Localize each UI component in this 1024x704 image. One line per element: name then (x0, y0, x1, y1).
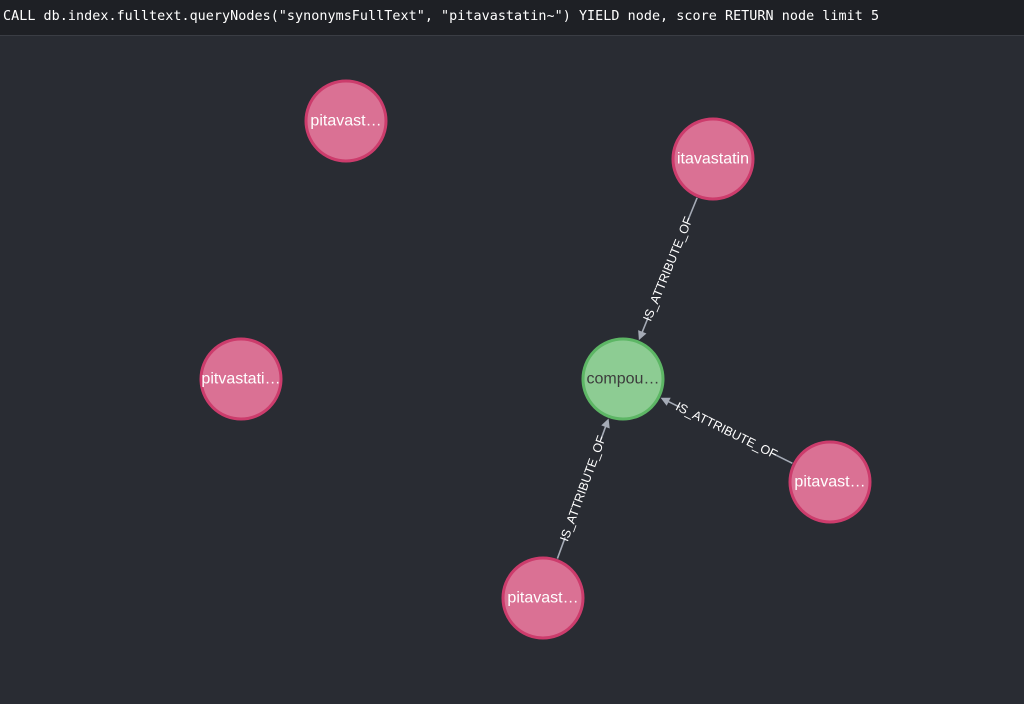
relationship-r1[interactable]: IS_ATTRIBUTE_OF (638, 197, 698, 341)
node-synonym[interactable]: pitavast… (304, 79, 388, 163)
node-label: pitvastati… (201, 371, 280, 388)
node-label: compou… (587, 371, 660, 388)
relationship-type-label: IS_ATTRIBUTE_OF (557, 433, 609, 543)
node-synonym[interactable]: itavastatin (671, 117, 755, 201)
node-label: itavastatin (677, 151, 749, 168)
node-label: pitavast… (507, 590, 578, 607)
relationship-type-label: IS_ATTRIBUTE_OF (673, 399, 779, 461)
node-synonym[interactable]: pitavast… (788, 440, 872, 524)
node-synonym[interactable]: pitvastati… (199, 337, 283, 421)
node-compound[interactable]: compou… (581, 337, 665, 421)
node-label: pitavast… (310, 113, 381, 130)
node-label: pitavast… (794, 474, 865, 491)
relationship-r2[interactable]: IS_ATTRIBUTE_OF (660, 397, 793, 465)
relationship-r3[interactable]: IS_ATTRIBUTE_OF (556, 418, 610, 559)
nodes-layer: pitavast… itavastatin pitvastati… compou… pi… (199, 79, 872, 640)
relationship-type-label: IS_ATTRIBUTE_OF (640, 214, 695, 323)
graph-canvas[interactable]: IS_ATTRIBUTE_OF IS_ATTRIBUTE_OF IS_ATTRIBU… (0, 0, 1024, 704)
node-synonym[interactable]: pitavast… (501, 556, 585, 640)
